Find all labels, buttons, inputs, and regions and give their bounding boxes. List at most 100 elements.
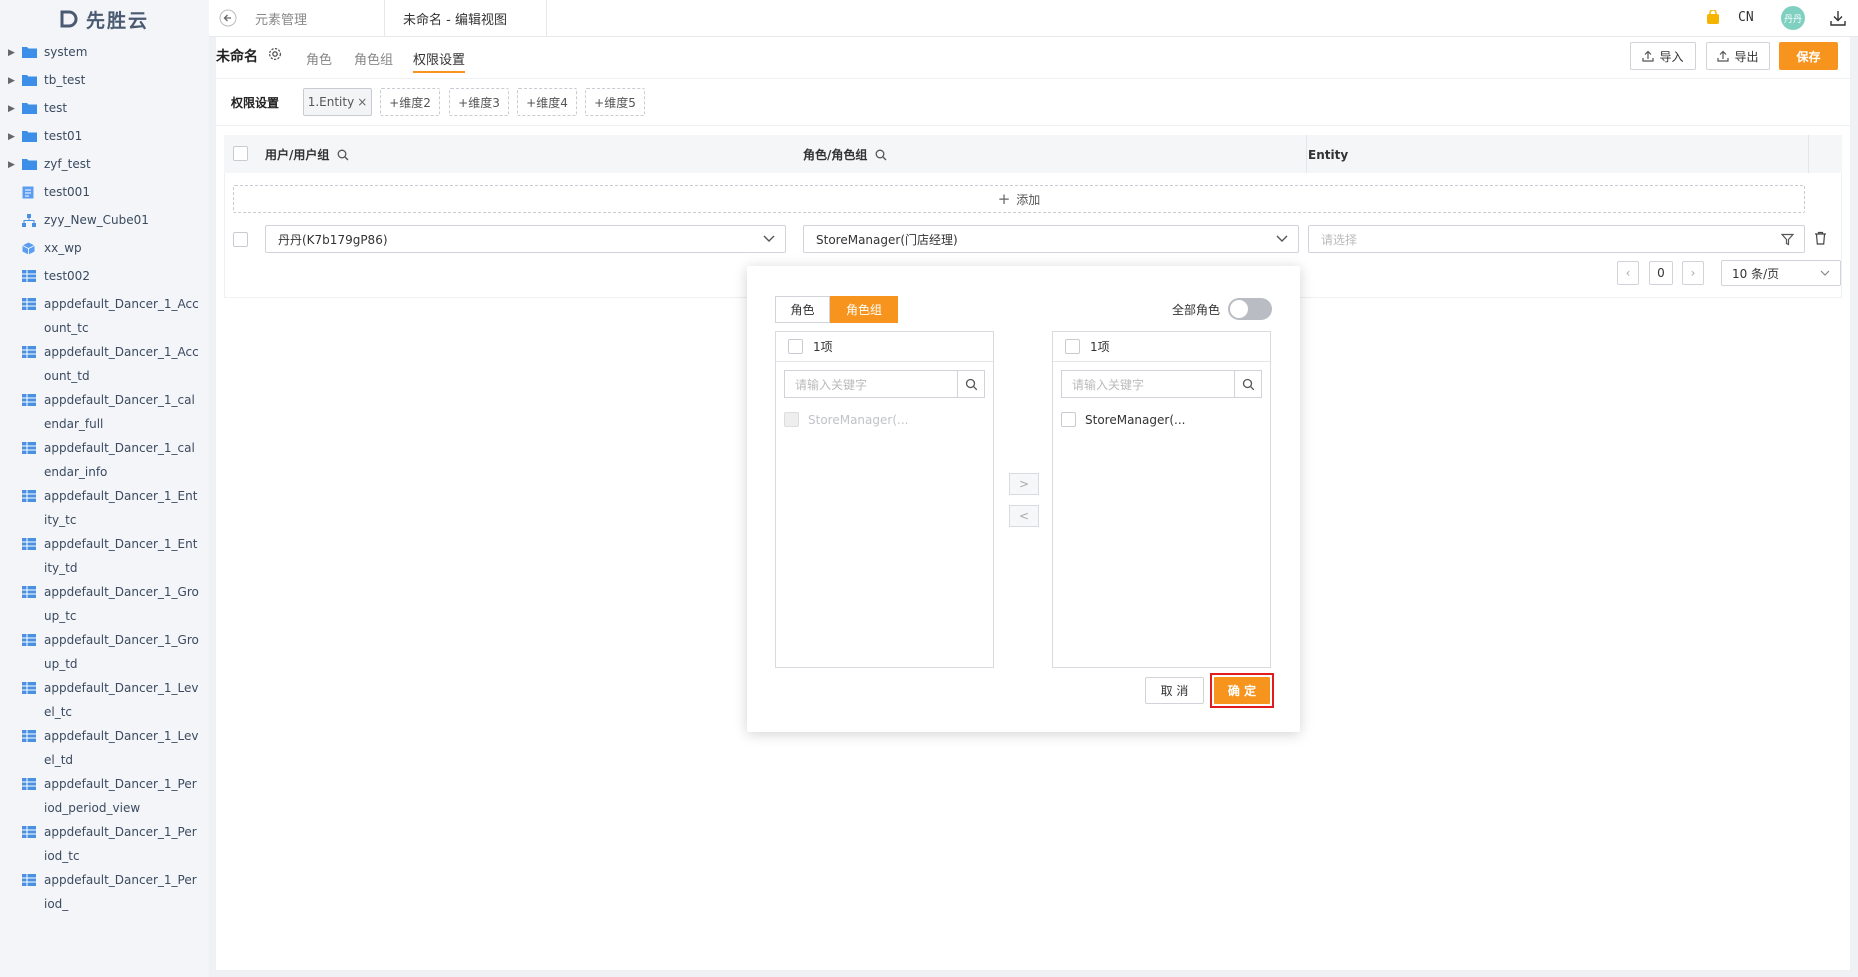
prev-page-button[interactable]: ‹	[1617, 261, 1639, 285]
sidebar-item[interactable]: appdefault_Dancer_1_Account_tc	[0, 292, 209, 340]
sidebar-item-label: test001	[44, 185, 90, 199]
sidebar-item[interactable]: ▶ test01	[0, 124, 209, 152]
subtab-role[interactable]: 角色	[306, 49, 332, 68]
left-select-all-checkbox[interactable]	[788, 339, 803, 354]
upload-icon	[1642, 50, 1655, 62]
search-icon[interactable]	[1234, 370, 1262, 398]
cancel-button[interactable]: 取 消	[1145, 677, 1204, 704]
folder-icon	[22, 68, 38, 86]
search-icon[interactable]	[337, 149, 349, 161]
settings-gear-icon[interactable]	[268, 47, 282, 61]
page-size-select[interactable]: 10 条/页	[1721, 260, 1841, 286]
chevron-down-icon	[763, 235, 775, 243]
sidebar-item[interactable]: appdefault_Dancer_1_Account_td	[0, 340, 209, 388]
caret-right-icon[interactable]: ▶	[8, 152, 22, 177]
entity-select[interactable]: 请选择	[1308, 225, 1805, 253]
language-switch[interactable]: CN	[1738, 10, 1754, 25]
page-number[interactable]: 0	[1649, 261, 1673, 285]
subtab-role-group[interactable]: 角色组	[354, 49, 393, 68]
save-button[interactable]: 保存	[1779, 42, 1838, 70]
caret-right-icon[interactable]: ▶	[8, 124, 22, 149]
right-select-all-checkbox[interactable]	[1065, 339, 1080, 354]
select-all-checkbox[interactable]	[233, 146, 248, 161]
cube-icon	[22, 236, 38, 255]
sidebar-item-label: tb_test	[44, 73, 86, 87]
left-search-input[interactable]: 请输入关键字	[784, 370, 957, 398]
notification-icon[interactable]	[1705, 10, 1721, 26]
caret-right-icon[interactable]: ▶	[8, 40, 22, 65]
table-icon	[22, 340, 38, 358]
sidebar-item[interactable]: ▶ tb_test	[0, 68, 209, 96]
top-bar: 元素管理 未命名 - 编辑视图 CN 丹丹	[209, 0, 1858, 37]
sidebar-item-label: xx_wp	[44, 241, 82, 255]
toggle-role-group[interactable]: 角色组	[830, 296, 898, 323]
chevron-left-icon: <	[1018, 509, 1030, 523]
sidebar-item[interactable]: appdefault_Dancer_1_Level_td	[0, 724, 209, 772]
logo-text: 先胜云	[85, 9, 149, 32]
export-button[interactable]: 导出	[1706, 42, 1770, 70]
toggle-role[interactable]: 角色	[775, 296, 830, 323]
sidebar-item[interactable]: appdefault_Dancer_1_Period_period_view	[0, 772, 209, 820]
sidebar-item[interactable]: appdefault_Dancer_1_Group_td	[0, 628, 209, 676]
add-row-button[interactable]: + 添加	[233, 185, 1805, 213]
next-page-button[interactable]: ›	[1682, 261, 1704, 285]
row-checkbox[interactable]	[233, 232, 248, 247]
sidebar-item[interactable]: ▶ test	[0, 96, 209, 124]
import-button[interactable]: 导入	[1630, 42, 1696, 70]
tab-element-management[interactable]: 元素管理	[255, 0, 385, 37]
sidebar-item[interactable]: test001	[0, 180, 209, 208]
dimension-tag-4[interactable]: +维度4	[517, 88, 577, 116]
dimension-tag-2[interactable]: +维度2	[380, 88, 440, 116]
sidebar-item-label: appdefault_Dancer_1_Entity_tc	[44, 489, 198, 527]
right-item-checkbox[interactable]	[1061, 412, 1076, 427]
sidebar-item-label: appdefault_Dancer_1_Entity_td	[44, 537, 198, 575]
left-item-checkbox	[784, 412, 799, 427]
search-icon[interactable]	[875, 149, 887, 161]
confirm-button[interactable]: 确 定	[1214, 677, 1270, 704]
sidebar-item[interactable]: xx_wp	[0, 236, 209, 264]
caret-right-icon[interactable]: ▶	[8, 96, 22, 121]
subtab-permission-settings[interactable]: 权限设置	[413, 49, 466, 73]
chevron-down-icon	[1820, 270, 1830, 277]
caret-right-icon[interactable]: ▶	[8, 68, 22, 93]
tab-edit-view[interactable]: 未命名 - 编辑视图	[391, 0, 547, 37]
filter-icon[interactable]	[1781, 233, 1794, 246]
search-icon[interactable]	[957, 370, 985, 398]
move-left-button[interactable]: <	[1009, 505, 1039, 527]
user-select[interactable]: 丹丹(K7b179gP86)	[265, 225, 786, 253]
back-icon[interactable]	[219, 9, 237, 27]
sidebar-item[interactable]: appdefault_Dancer_1_Period_tc	[0, 820, 209, 868]
role-select[interactable]: StoreManager(门店经理)	[803, 225, 1299, 253]
sidebar-item[interactable]: appdefault_Dancer_1_calendar_info	[0, 436, 209, 484]
sidebar-item[interactable]: appdefault_Dancer_1_Level_tc	[0, 676, 209, 724]
table-icon	[22, 868, 38, 886]
dimension-tag-entity[interactable]: 1.Entity ×	[303, 88, 372, 116]
folder-icon	[22, 40, 38, 58]
export-icon	[1717, 50, 1730, 62]
sidebar-item[interactable]: appdefault_Dancer_1_Entity_tc	[0, 484, 209, 532]
sidebar-item[interactable]: appdefault_Dancer_1_calendar_full	[0, 388, 209, 436]
all-roles-toggle[interactable]	[1228, 298, 1272, 320]
dimension-tag-5[interactable]: +维度5	[585, 88, 645, 116]
sidebar-item[interactable]: test002	[0, 264, 209, 292]
delete-icon[interactable]	[1814, 231, 1827, 245]
folder-icon	[22, 124, 38, 142]
sidebar-item[interactable]: appdefault_Dancer_1_Period_	[0, 868, 209, 916]
sidebar-item[interactable]: ▶ zyf_test	[0, 152, 209, 180]
sidebar-item[interactable]: ▶ system	[0, 40, 209, 68]
avatar[interactable]: 丹丹	[1781, 6, 1805, 30]
sidebar-item[interactable]: appdefault_Dancer_1_Group_tc	[0, 580, 209, 628]
chevron-left-icon: ‹	[1625, 266, 1631, 280]
right-search-input[interactable]: 请输入关键字	[1061, 370, 1234, 398]
move-right-button[interactable]: >	[1009, 473, 1039, 495]
list-item[interactable]: StoreManager(...	[1061, 412, 1270, 427]
dimension-tag-3[interactable]: +维度3	[449, 88, 509, 116]
sidebar-item[interactable]: zyy_New_Cube01	[0, 208, 209, 236]
download-icon[interactable]	[1829, 9, 1847, 27]
sidebar-item[interactable]: appdefault_Dancer_1_Entity_td	[0, 532, 209, 580]
chevron-right-icon: >	[1018, 477, 1030, 491]
close-icon[interactable]: ×	[357, 95, 367, 109]
table-icon	[22, 772, 38, 790]
